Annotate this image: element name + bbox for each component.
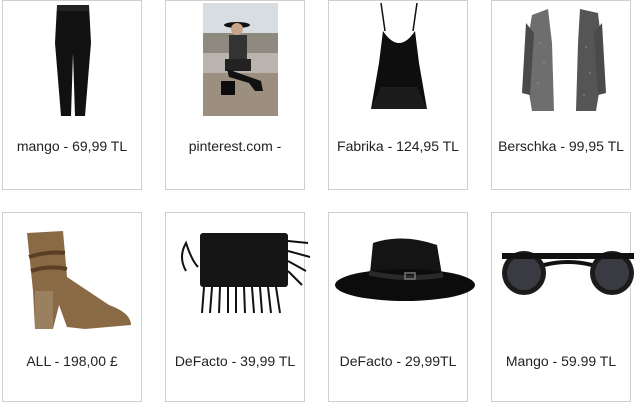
street-style-photo-image[interactable]	[203, 3, 278, 116]
black-fedora-hat-image[interactable]	[333, 233, 479, 313]
product-label[interactable]: DeFacto - 29,99TL	[329, 353, 467, 369]
grey-cardigan-image[interactable]	[522, 3, 606, 115]
product-card[interactable]: ALL - 198,00 £	[2, 212, 142, 402]
tan-ankle-boot-image[interactable]	[19, 231, 137, 331]
black-cami-top-image[interactable]	[367, 3, 431, 113]
product-card[interactable]: Fabrika - 124,95 TL	[328, 0, 468, 190]
product-card[interactable]: DeFacto - 39,99 TL	[165, 212, 311, 402]
product-card[interactable]: pinterest.com -	[165, 0, 305, 190]
product-label[interactable]: pinterest.com -	[166, 138, 304, 154]
product-label[interactable]: mango - 69,99 TL	[3, 138, 141, 154]
product-card[interactable]: Mango - 59.99 TL	[491, 212, 634, 402]
product-card[interactable]: DeFacto - 29,99TL	[328, 212, 475, 402]
product-label[interactable]: Fabrika - 124,95 TL	[329, 138, 467, 154]
product-label[interactable]: Mango - 59.99 TL	[492, 353, 630, 369]
product-label[interactable]: DeFacto - 39,99 TL	[166, 353, 304, 369]
product-label[interactable]: Berschka - 99,95 TL	[492, 138, 630, 154]
black-jeans-image[interactable]	[53, 3, 93, 118]
product-label[interactable]: ALL - 198,00 £	[3, 353, 141, 369]
round-sunglasses-image[interactable]	[498, 247, 638, 301]
product-card[interactable]: mango - 69,99 TL	[2, 0, 142, 190]
fringe-clutch-image[interactable]	[174, 231, 314, 317]
product-card[interactable]: Berschka - 99,95 TL	[491, 0, 631, 190]
